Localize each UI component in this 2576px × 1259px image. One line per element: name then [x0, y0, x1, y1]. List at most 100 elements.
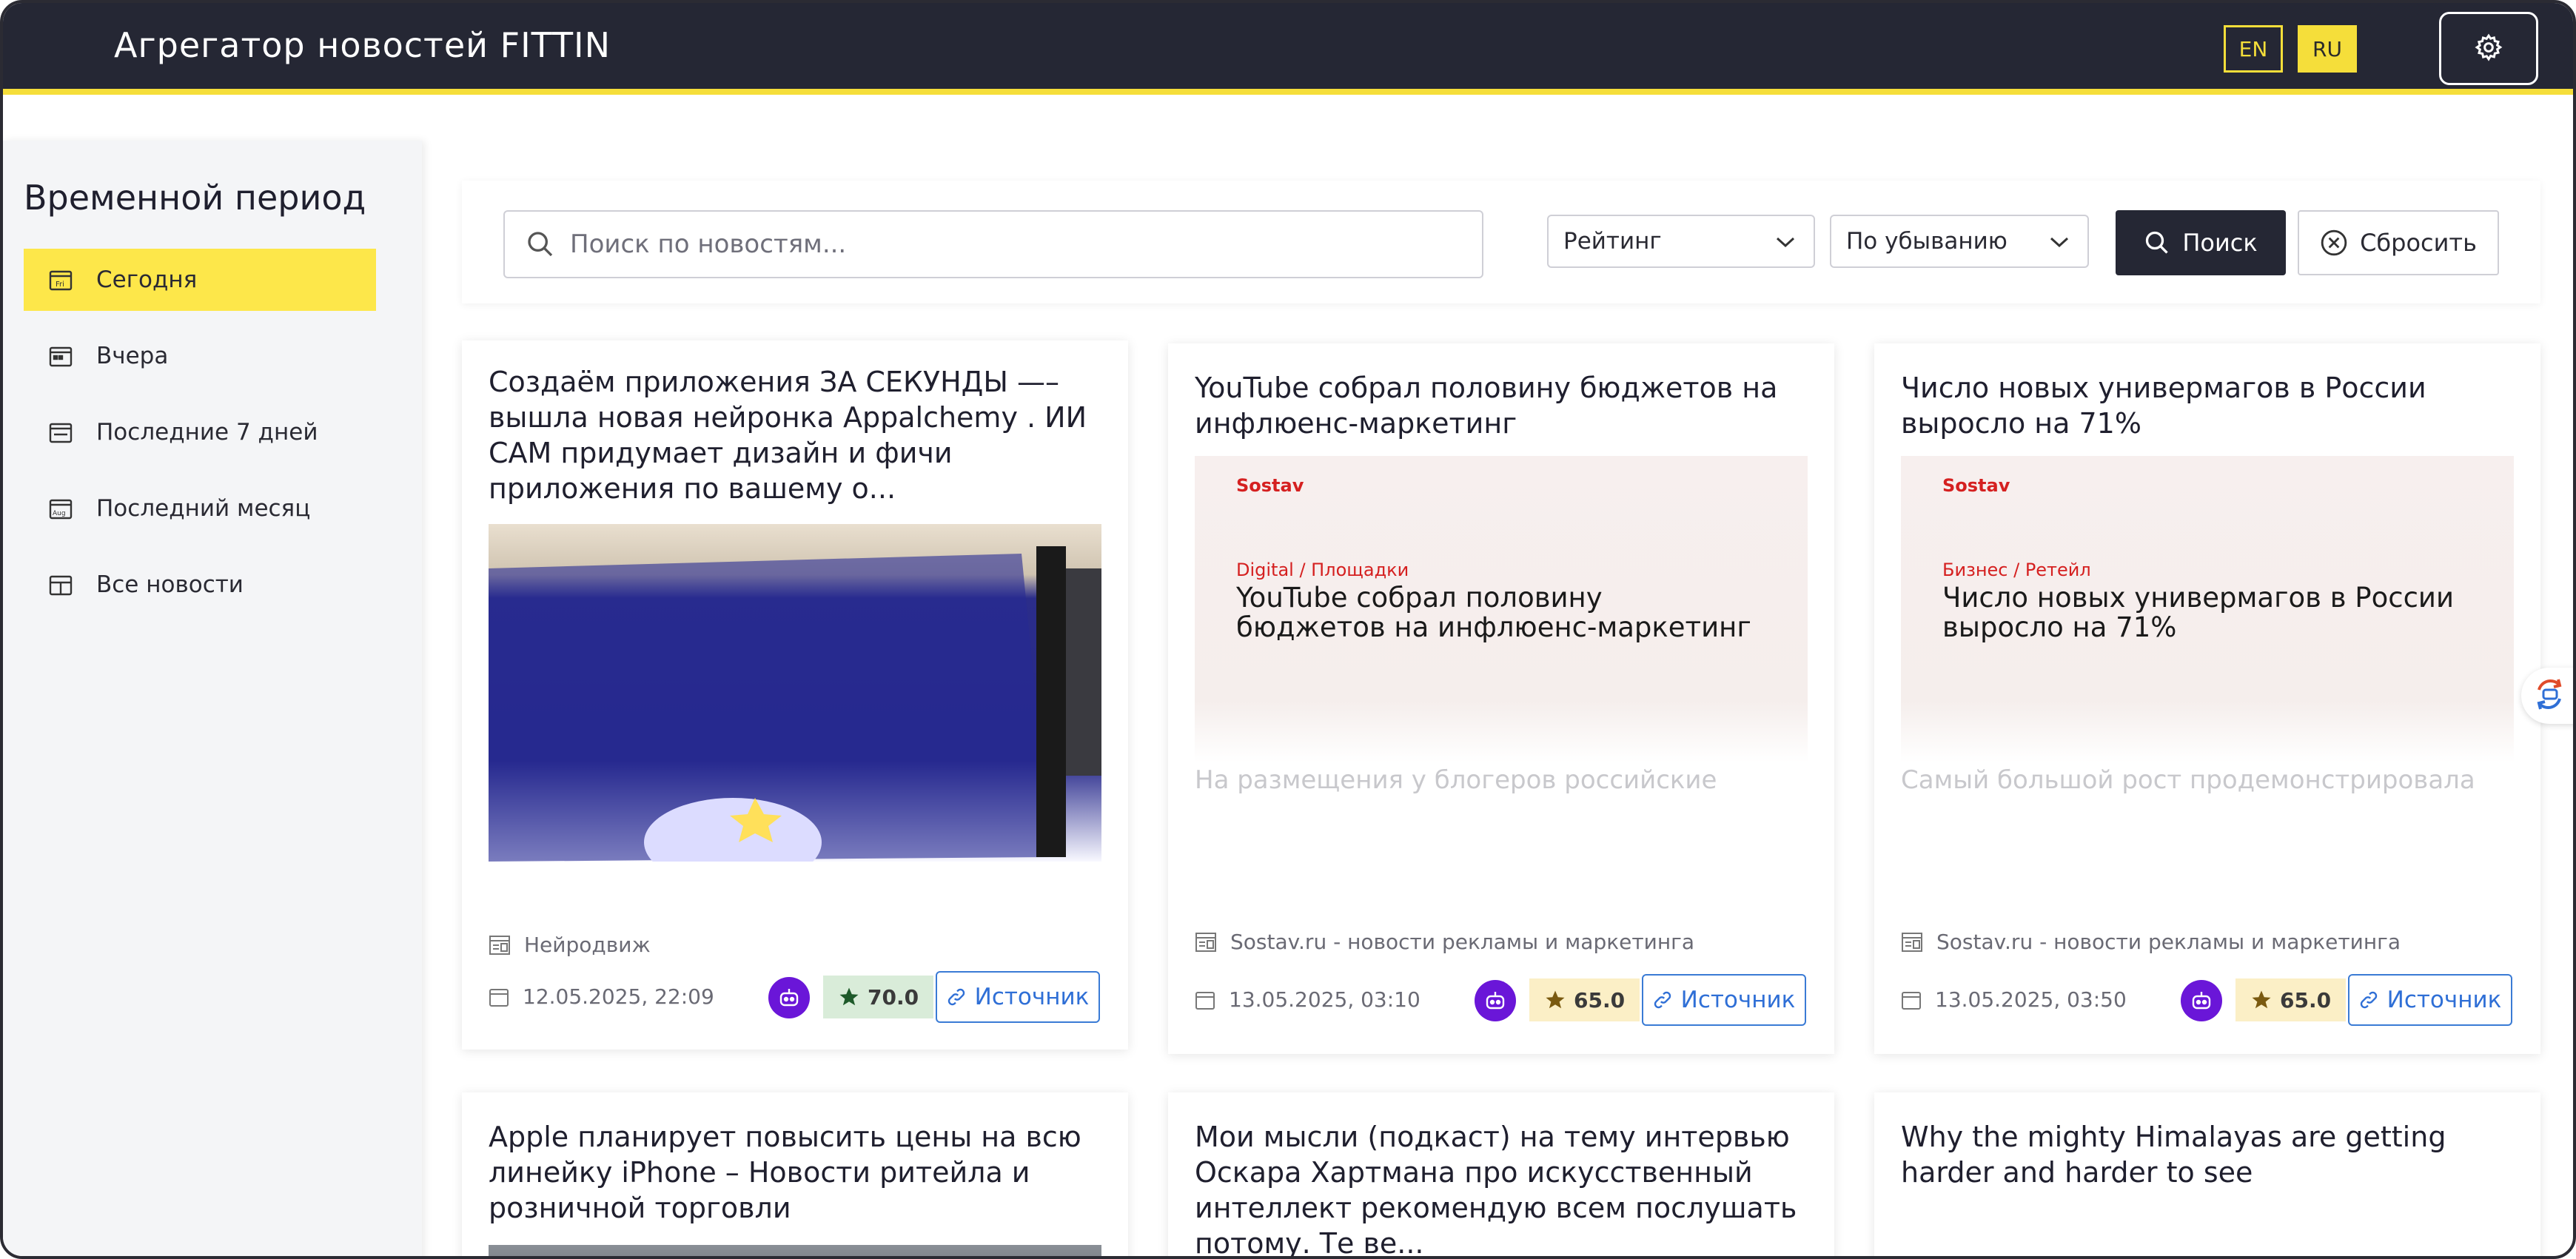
sort-field-value: Рейтинг: [1563, 228, 1662, 255]
card-title[interactable]: Число новых универмагов в России выросло…: [1901, 370, 2515, 441]
sostav-logo: Sostav: [1236, 475, 1304, 496]
card-image: [489, 1245, 1101, 1256]
card-image: Sostav Бизнес / Ретейл Число новых униве…: [1901, 456, 2514, 762]
sort-order-value: По убыванию: [1846, 228, 2008, 255]
sidebar-title: Временной период: [24, 178, 366, 218]
calendar-icon: [489, 987, 509, 1007]
card-source: Sostav.ru - новости рекламы и маркетинга: [1901, 930, 2401, 954]
card-source: Нейродвиж: [489, 933, 651, 957]
sidebar-item-last-month[interactable]: Aug Последний месяц: [24, 477, 376, 540]
search-panel: Рейтинг По убыванию Поиск Сбросить: [462, 181, 2540, 303]
sidebar-item-label: Сегодня: [96, 266, 198, 293]
search-button[interactable]: Поиск: [2116, 210, 2286, 275]
star-icon: [838, 986, 860, 1008]
translate-widget-button[interactable]: [2521, 668, 2573, 724]
newspaper-icon: [1195, 932, 1217, 953]
star-icon: [2250, 989, 2273, 1011]
rating-value: 70.0: [868, 984, 919, 1010]
sidebar-item-today[interactable]: Fri Сегодня: [24, 249, 376, 311]
image-category: Digital / Площадки: [1236, 560, 1409, 580]
card-title[interactable]: Мои мысли (подкаст) на тему интервью Оск…: [1195, 1119, 1809, 1256]
image-headline: Число новых универмагов в России выросло…: [1942, 582, 2455, 643]
ai-robot-icon: [768, 977, 810, 1018]
card-title[interactable]: YouTube собрал половину бюджетов на инфл…: [1195, 370, 1809, 441]
calendar-today-icon: Fri: [49, 269, 74, 291]
settings-button[interactable]: [2439, 12, 2538, 85]
card-excerpt: На размещения у блогеров российские: [1195, 765, 1717, 795]
source-link-button[interactable]: Источник: [936, 971, 1100, 1023]
card-date: 13.05.2025, 03:10: [1195, 987, 1421, 1012]
search-box[interactable]: [503, 210, 1483, 278]
card-date-value: 13.05.2025, 03:50: [1935, 987, 2127, 1012]
link-icon: [1653, 990, 1672, 1010]
card-image: [489, 524, 1101, 862]
news-card[interactable]: YouTube собрал половину бюджетов на инфл…: [1168, 343, 1834, 1054]
sidebar-item-all-news[interactable]: Все новости: [24, 554, 376, 616]
sidebar-item-last-7-days[interactable]: Последние 7 дней: [24, 401, 376, 463]
calendar-all-icon: [49, 574, 74, 596]
rating-badge: 70.0: [823, 976, 934, 1018]
rating-badge: 65.0: [1529, 978, 1640, 1021]
svg-text:Fri: Fri: [56, 281, 64, 289]
calendar-week-icon: [49, 421, 74, 443]
ai-robot-icon: [2181, 980, 2222, 1021]
lang-en-button[interactable]: EN: [2224, 25, 2283, 73]
sidebar-item-label: Вчера: [96, 343, 169, 369]
card-title[interactable]: Создаём приложения ЗА СЕКУНДЫ —– вышла н…: [489, 364, 1103, 506]
card-date: 12.05.2025, 22:09: [489, 984, 714, 1009]
ai-robot-icon: [1475, 980, 1516, 1021]
card-excerpt: Самый большой рост продемонстрировала: [1901, 765, 2475, 795]
card-date-value: 12.05.2025, 22:09: [523, 984, 714, 1009]
star-icon: [1544, 989, 1566, 1011]
calendar-icon: [1195, 990, 1215, 1010]
news-card[interactable]: Число новых универмагов в России выросло…: [1874, 343, 2540, 1054]
news-card[interactable]: Создаём приложения ЗА СЕКУНДЫ —– вышла н…: [462, 340, 1128, 1050]
card-source-name: Нейродвиж: [524, 933, 651, 957]
calendar-icon: [1901, 990, 1922, 1010]
sort-field-select[interactable]: Рейтинг: [1547, 215, 1815, 268]
card-title[interactable]: Why the mighty Himalayas are getting har…: [1901, 1119, 2515, 1190]
news-card[interactable]: Why the mighty Himalayas are getting har…: [1874, 1092, 2540, 1256]
newspaper-icon: [1901, 932, 1923, 953]
chevron-down-icon: [2049, 228, 2070, 255]
search-input[interactable]: [570, 229, 1458, 259]
news-card[interactable]: Мои мысли (подкаст) на тему интервью Оск…: [1168, 1092, 1834, 1256]
card-date-value: 13.05.2025, 03:10: [1229, 987, 1421, 1012]
source-link-button[interactable]: Источник: [2348, 974, 2512, 1026]
sidebar-item-yesterday[interactable]: Вчера: [24, 325, 376, 387]
source-link-button[interactable]: Источник: [1642, 974, 1806, 1026]
search-icon: [2144, 229, 2170, 256]
close-circle-icon: [2320, 229, 2348, 257]
link-icon: [947, 987, 966, 1007]
rating-value: 65.0: [2280, 987, 2332, 1013]
link-icon: [2359, 990, 2378, 1010]
gear-icon: [2474, 33, 2503, 65]
sidebar-item-label: Последний месяц: [96, 495, 311, 522]
source-link-label: Источник: [1680, 987, 1796, 1013]
sort-order-select[interactable]: По убыванию: [1830, 215, 2089, 268]
calendar-month-icon: Aug: [49, 497, 74, 520]
app-title: Агрегатор новостей FITTIN: [114, 25, 611, 65]
lang-ru-button[interactable]: RU: [2298, 25, 2357, 73]
image-category: Бизнес / Ретейл: [1942, 560, 2091, 580]
chevron-down-icon: [1775, 228, 1796, 255]
search-icon: [526, 229, 555, 259]
calendar-icon: [49, 345, 74, 367]
sidebar-item-label: Последние 7 дней: [96, 419, 318, 446]
card-image: Sostav Digital / Площадки YouTube собрал…: [1195, 456, 1808, 762]
sidebar-item-label: Все новости: [96, 571, 244, 598]
card-source-name: Sostav.ru - новости рекламы и маркетинга: [1230, 930, 1695, 954]
sostav-logo: Sostav: [1942, 475, 2010, 496]
card-date: 13.05.2025, 03:50: [1901, 987, 2127, 1012]
newspaper-icon: [489, 935, 511, 956]
svg-text:Aug: Aug: [53, 510, 66, 517]
sync-chat-icon: [2530, 675, 2569, 716]
card-title[interactable]: Apple планирует повысить цены на всю лин…: [489, 1119, 1103, 1226]
rating-badge: 65.0: [2235, 978, 2347, 1021]
reset-button[interactable]: Сбросить: [2298, 210, 2499, 275]
image-headline: YouTube собрал половину бюджетов на инфл…: [1236, 582, 1751, 643]
news-card[interactable]: Apple планирует повысить цены на всю лин…: [462, 1092, 1128, 1256]
source-link-label: Источник: [974, 984, 1090, 1010]
card-source-name: Sostav.ru - новости рекламы и маркетинга: [1936, 930, 2401, 954]
rating-value: 65.0: [1574, 987, 1626, 1013]
